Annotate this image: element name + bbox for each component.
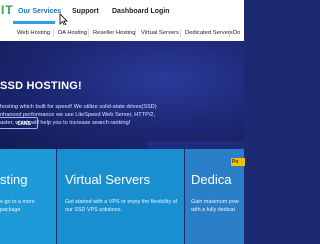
card-virtual-servers[interactable]: Virtual Servers Get started with a VPS o… (57, 149, 184, 244)
nav-our-services[interactable]: Our Services (18, 8, 61, 15)
subnav-divider (135, 29, 136, 37)
popular-badge: Po (231, 158, 245, 166)
subnav-web-hosting[interactable]: Web Hosting (17, 30, 50, 36)
card-description-line: Gain maximum pow (191, 199, 239, 205)
hero-banner (0, 41, 244, 149)
card-title: Virtual Servers (65, 172, 151, 187)
subnav-reseller-hosting[interactable]: Reseller Hosting (93, 30, 136, 36)
card-description-line: e go to a more (0, 199, 35, 205)
subnav-da-hosting[interactable]: DA Hosting (58, 30, 87, 36)
nav-support[interactable]: Support (72, 8, 99, 15)
brand-logo[interactable]: IT (1, 3, 14, 17)
card-description-line: with a fully dedicat (191, 207, 236, 213)
hero-description-line: hosting which built for speed! We utiliz… (0, 104, 157, 110)
services-subnav: Web Hosting DA Hosting Reseller Hosting … (0, 25, 244, 42)
nav-dashboard-login[interactable]: Dashboard Login (112, 8, 170, 15)
card-title: Dedica (191, 172, 232, 187)
card-title: sting (0, 172, 28, 187)
card-description-line: package (0, 207, 21, 213)
subnav-virtual-servers[interactable]: Virtual Servers (141, 30, 179, 36)
subnav-divider (229, 29, 230, 37)
view-plans-button[interactable]: LANS (0, 117, 38, 129)
card-hosting[interactable]: sting e go to a more package (0, 149, 56, 244)
top-navigation-bar: IT Our Services Support Dashboard Login (0, 0, 244, 26)
subnav-more[interactable]: Do (233, 30, 240, 36)
hero-title: SSD HOSTING! (0, 80, 82, 92)
subnav-divider (180, 29, 181, 37)
subnav-divider (88, 29, 89, 37)
card-description-line: our SSD VPS solutions. (65, 207, 122, 213)
hero-decoration-icon (145, 141, 244, 149)
subnav-divider (53, 29, 54, 37)
subnav-dedicated-servers[interactable]: Dedicated Servers (185, 30, 233, 36)
card-description-line: Get started with a VPS or enjoy the flex… (65, 199, 178, 205)
active-tab-indicator (13, 21, 55, 24)
